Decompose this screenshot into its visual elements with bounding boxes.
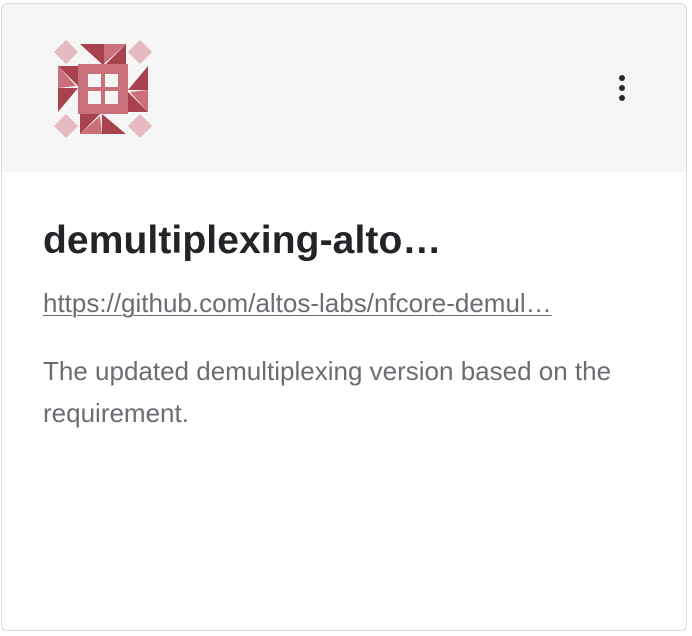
menu-dot	[619, 95, 625, 101]
repository-link[interactable]: https://github.com/altos-labs/nfcore-dem…	[43, 286, 641, 320]
card-header	[2, 4, 686, 172]
repository-card[interactable]: demultiplexing-alto… https://github.com/…	[1, 3, 687, 631]
menu-dot	[619, 75, 625, 81]
card-description: The updated demultiplexing version based…	[43, 356, 612, 428]
kebab-menu-icon[interactable]	[606, 68, 638, 108]
card-body: demultiplexing-alto… https://github.com/…	[43, 172, 646, 434]
card-title[interactable]: demultiplexing-alto…	[43, 216, 646, 266]
menu-dot	[619, 85, 625, 91]
identicon-icon	[54, 40, 152, 138]
